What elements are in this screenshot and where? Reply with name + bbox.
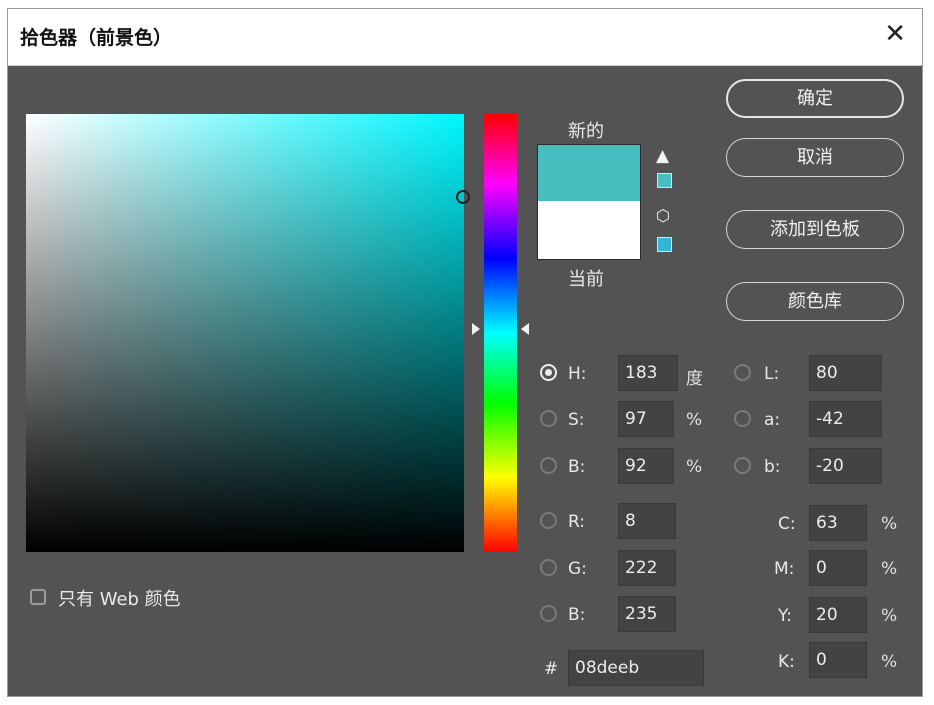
close-icon[interactable]: ✕ (884, 21, 906, 47)
unit-c: % (881, 514, 898, 534)
radio-b-lab[interactable] (734, 457, 751, 474)
new-color-label: 新的 (568, 121, 604, 142)
color-picker-dialog: 拾色器（前景色） ✕ 新的 当前 ▲ ⬡ 确定 取消 添加到色板 颜色库 H: (8, 9, 922, 696)
unit-k: % (881, 652, 898, 672)
cancel-button[interactable]: 取消 (726, 138, 904, 177)
web-only-label: 只有 Web 颜色 (58, 589, 181, 610)
dialog-title: 拾色器（前景色） (20, 27, 173, 49)
radio-b-hsb[interactable] (540, 457, 557, 474)
web-safe-swatch[interactable] (657, 237, 672, 252)
label-b-hsb: B: (568, 457, 586, 477)
hue-slider[interactable] (484, 114, 517, 552)
input-c[interactable]: 63 (809, 505, 867, 541)
input-a[interactable]: -42 (809, 401, 882, 437)
color-field[interactable] (26, 114, 470, 552)
web-only-checkbox[interactable] (30, 589, 46, 605)
radio-r[interactable] (540, 512, 557, 529)
label-b-rgb: B: (568, 605, 586, 625)
cube-icon[interactable]: ⬡ (656, 207, 670, 225)
input-k[interactable]: 0 (809, 642, 867, 678)
label-b-lab: b: (764, 457, 781, 477)
input-h[interactable]: 183 (618, 355, 678, 391)
input-b-rgb[interactable]: 235 (618, 596, 676, 632)
input-l[interactable]: 80 (809, 355, 882, 391)
hue-slider-left-arrow-icon[interactable] (472, 323, 480, 335)
input-m[interactable]: 0 (809, 550, 867, 586)
add-to-swatches-button[interactable]: 添加到色板 (726, 210, 904, 249)
label-a: a: (764, 410, 781, 430)
title-bar: 拾色器（前景色） ✕ (8, 9, 922, 66)
swatch-frame (537, 144, 641, 260)
label-m: M: (774, 559, 795, 579)
label-l: L: (764, 364, 780, 384)
label-h: H: (568, 364, 587, 384)
field-cursor-ring[interactable] (456, 190, 470, 204)
radio-g[interactable] (540, 559, 557, 576)
unit-m: % (881, 559, 898, 579)
label-c: C: (778, 514, 796, 534)
label-r: R: (568, 512, 586, 532)
input-r[interactable]: 8 (618, 503, 676, 539)
current-color-label: 当前 (568, 269, 604, 290)
radio-h[interactable] (540, 364, 557, 381)
dialog-body: 新的 当前 ▲ ⬡ 确定 取消 添加到色板 颜色库 H: 183 度 S: 97… (8, 65, 922, 696)
input-b-lab[interactable]: -20 (809, 448, 882, 484)
hex-label: # (544, 659, 559, 679)
unit-b-hsb: % (686, 457, 703, 477)
unit-h: 度 (686, 369, 703, 389)
input-g[interactable]: 222 (618, 550, 676, 586)
radio-a[interactable] (734, 410, 751, 427)
radio-s[interactable] (540, 410, 557, 427)
warning-triangle-icon[interactable]: ▲ (656, 147, 669, 165)
color-libraries-button[interactable]: 颜色库 (726, 282, 904, 321)
input-b-hsb[interactable]: 92 (618, 448, 674, 484)
label-k: K: (778, 652, 795, 672)
unit-y: % (881, 606, 898, 626)
radio-b-rgb[interactable] (540, 605, 557, 622)
label-s: S: (568, 410, 585, 430)
hex-input[interactable]: 08deeb (568, 650, 704, 686)
input-s[interactable]: 97 (618, 401, 674, 437)
gamut-swatch[interactable] (657, 173, 672, 188)
label-g: G: (568, 559, 587, 579)
unit-s: % (686, 410, 703, 430)
ok-button[interactable]: 确定 (726, 79, 904, 118)
hue-slider-right-arrow-icon[interactable] (521, 323, 529, 335)
radio-l[interactable] (734, 364, 751, 381)
color-field-black-gradient (26, 114, 464, 552)
input-y[interactable]: 20 (809, 597, 867, 633)
label-y: Y: (778, 606, 792, 626)
